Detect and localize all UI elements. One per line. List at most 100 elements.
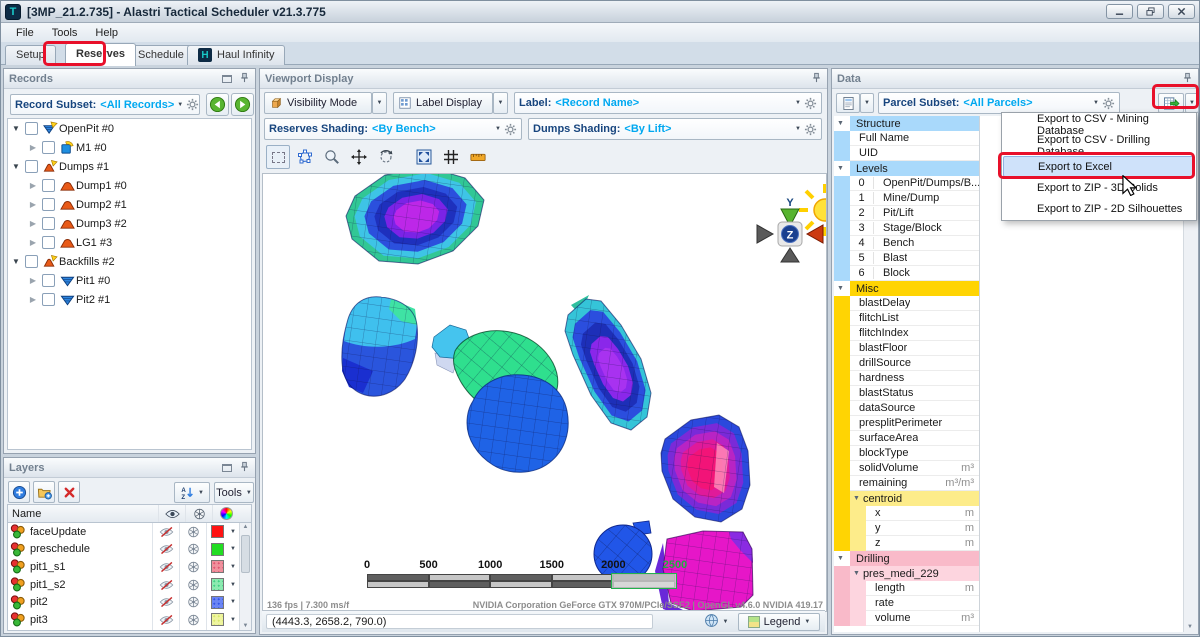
restore-button[interactable] <box>1137 4 1164 19</box>
expander-icon[interactable]: ▶ <box>27 276 39 285</box>
add-folder-button[interactable] <box>33 481 55 503</box>
visibility-off-icon[interactable] <box>153 543 179 555</box>
layers-column-header[interactable]: Name <box>7 504 252 523</box>
layer-row[interactable]: pit1_s1▼ <box>8 558 251 576</box>
orbit-tool[interactable] <box>374 145 398 169</box>
collapse-icon[interactable]: ▼ <box>834 285 847 292</box>
collapse-icon[interactable]: ▼ <box>834 120 847 127</box>
next-record-button[interactable] <box>231 93 254 116</box>
checkbox[interactable] <box>42 141 55 154</box>
expander-icon[interactable]: ▶ <box>27 181 39 190</box>
chevron-down-icon[interactable]: ▼ <box>227 617 239 623</box>
layer-color-swatch[interactable] <box>211 613 224 626</box>
zoom-tool[interactable] <box>320 145 344 169</box>
data-field-full-name[interactable]: Full Name <box>834 131 979 146</box>
label-display-button[interactable]: Label Display <box>393 92 493 114</box>
parcel-subset-combo[interactable]: Parcel Subset: <All Parcels> ▼ <box>878 92 1120 114</box>
data-field-blast[interactable]: 5Blast <box>834 251 979 266</box>
pin-icon[interactable] <box>239 461 250 475</box>
gear-icon[interactable] <box>804 97 817 110</box>
layer-color-swatch[interactable] <box>211 578 224 591</box>
report-dropdown[interactable]: ▼ <box>860 93 874 113</box>
layer-row[interactable]: pit2▼ <box>8 593 251 611</box>
visibility-off-icon[interactable] <box>153 526 179 538</box>
data-field-openpit-dumps-b[interactable]: 0OpenPit/Dumps/B... <box>834 176 979 191</box>
layer-row[interactable]: faceUpdate▼ <box>8 523 251 541</box>
checkbox[interactable] <box>42 236 55 249</box>
grid-toggle-button[interactable] <box>439 145 463 169</box>
data-field-surfacearea[interactable]: surfaceArea <box>834 431 979 446</box>
visibility-off-icon[interactable] <box>153 614 179 626</box>
data-field-flitchindex[interactable]: flitchIndex <box>834 326 979 341</box>
minimize-button[interactable] <box>1106 4 1133 19</box>
wireframe-icon[interactable] <box>180 526 206 538</box>
gear-icon[interactable] <box>804 123 817 136</box>
record-tree-item[interactable]: ▶LG1 #3 <box>8 233 251 252</box>
checkbox[interactable] <box>42 198 55 211</box>
wireframe-icon[interactable] <box>180 614 206 626</box>
layer-color-swatch[interactable] <box>211 525 224 538</box>
layer-color-swatch[interactable] <box>211 560 224 573</box>
close-button[interactable] <box>1168 4 1195 19</box>
expander-icon[interactable]: ▶ <box>27 238 39 247</box>
data-field-uid[interactable]: UID <box>834 146 979 161</box>
data-field-pit-lift[interactable]: 2Pit/Lift <box>834 206 979 221</box>
data-field-datasource[interactable]: dataSource <box>834 401 979 416</box>
reserves-shading-combo[interactable]: Reserves Shading: <By Bench> ▼ <box>264 118 522 140</box>
data-group-structure[interactable]: ▼Structure <box>834 116 979 131</box>
data-field-rate[interactable]: rate <box>834 596 979 611</box>
wireframe-icon[interactable] <box>180 561 206 573</box>
collapse-icon[interactable]: ▼ <box>850 570 863 577</box>
expander-icon[interactable]: ▶ <box>27 219 39 228</box>
visibility-mode-dropdown[interactable]: ▼ <box>372 92 387 114</box>
label-combo[interactable]: Label: <Record Name> ▼ <box>514 92 822 114</box>
data-group-levels[interactable]: ▼Levels <box>834 161 979 176</box>
layer-row[interactable]: dump1▼ <box>8 629 251 631</box>
chevron-down-icon[interactable]: ▼ <box>227 564 239 570</box>
data-group-misc[interactable]: ▼Misc <box>834 281 979 296</box>
visibility-mode-button[interactable]: Visibility Mode <box>264 92 372 114</box>
add-layer-button[interactable] <box>8 481 30 503</box>
menu-item-export-to-zip-2d-silhouettes[interactable]: Export to ZIP - 2D Silhouettes <box>1003 198 1195 219</box>
data-field-hardness[interactable]: hardness <box>834 371 979 386</box>
record-subset-combo[interactable]: Record Subset: <All Records> ▼ <box>10 94 200 115</box>
layers-scrollbar[interactable]: ▲▼ <box>239 523 251 630</box>
data-field-flitchlist[interactable]: flitchList <box>834 311 979 326</box>
record-tree-item[interactable]: ▶Pit2 #1 <box>8 290 251 309</box>
layer-row[interactable]: pit3▼ <box>8 611 251 629</box>
minimize-panel-icon[interactable] <box>222 75 232 83</box>
data-field-mine-dump[interactable]: 1Mine/Dump <box>834 191 979 206</box>
data-field-blastfloor[interactable]: blastFloor <box>834 341 979 356</box>
menu-file[interactable]: File <box>7 25 43 41</box>
gear-icon[interactable] <box>1102 97 1115 110</box>
data-field-drillsource[interactable]: drillSource <box>834 356 979 371</box>
data-field-stage-block[interactable]: 3Stage/Block <box>834 221 979 236</box>
checkbox[interactable] <box>42 217 55 230</box>
record-tree-item[interactable]: ▶Pit1 #0 <box>8 271 251 290</box>
data-field-length[interactable]: lengthm <box>834 581 979 596</box>
rectangle-select-tool[interactable] <box>266 145 290 169</box>
visibility-off-icon[interactable] <box>153 596 179 608</box>
label-display-dropdown[interactable]: ▼ <box>493 92 508 114</box>
collapse-icon[interactable]: ▼ <box>850 495 863 502</box>
gear-icon[interactable] <box>186 98 199 111</box>
menu-tools[interactable]: Tools <box>43 25 87 41</box>
chevron-down-icon[interactable]: ▼ <box>227 546 239 552</box>
view-mode-button[interactable]: ▼ <box>699 613 733 631</box>
report-button[interactable] <box>836 93 860 113</box>
expander-icon[interactable]: ▼ <box>10 162 22 171</box>
data-field-bench[interactable]: 4Bench <box>834 236 979 251</box>
data-field-blastdelay[interactable]: blastDelay <box>834 296 979 311</box>
layer-color-swatch[interactable] <box>211 596 224 609</box>
data-field-y[interactable]: ym <box>834 521 979 536</box>
wireframe-icon[interactable] <box>180 543 206 555</box>
data-field-volume[interactable]: volumem³ <box>834 611 979 626</box>
expander-icon[interactable]: ▶ <box>27 200 39 209</box>
minimize-panel-icon[interactable] <box>222 464 232 472</box>
pin-icon[interactable] <box>811 72 822 86</box>
data-field-x[interactable]: xm <box>834 506 979 521</box>
tab-schedule[interactable]: Schedule <box>127 45 195 65</box>
data-field-blocktype[interactable]: blockType <box>834 446 979 461</box>
checkbox[interactable] <box>25 122 38 135</box>
data-field-presplitperimeter[interactable]: presplitPerimeter <box>834 416 979 431</box>
